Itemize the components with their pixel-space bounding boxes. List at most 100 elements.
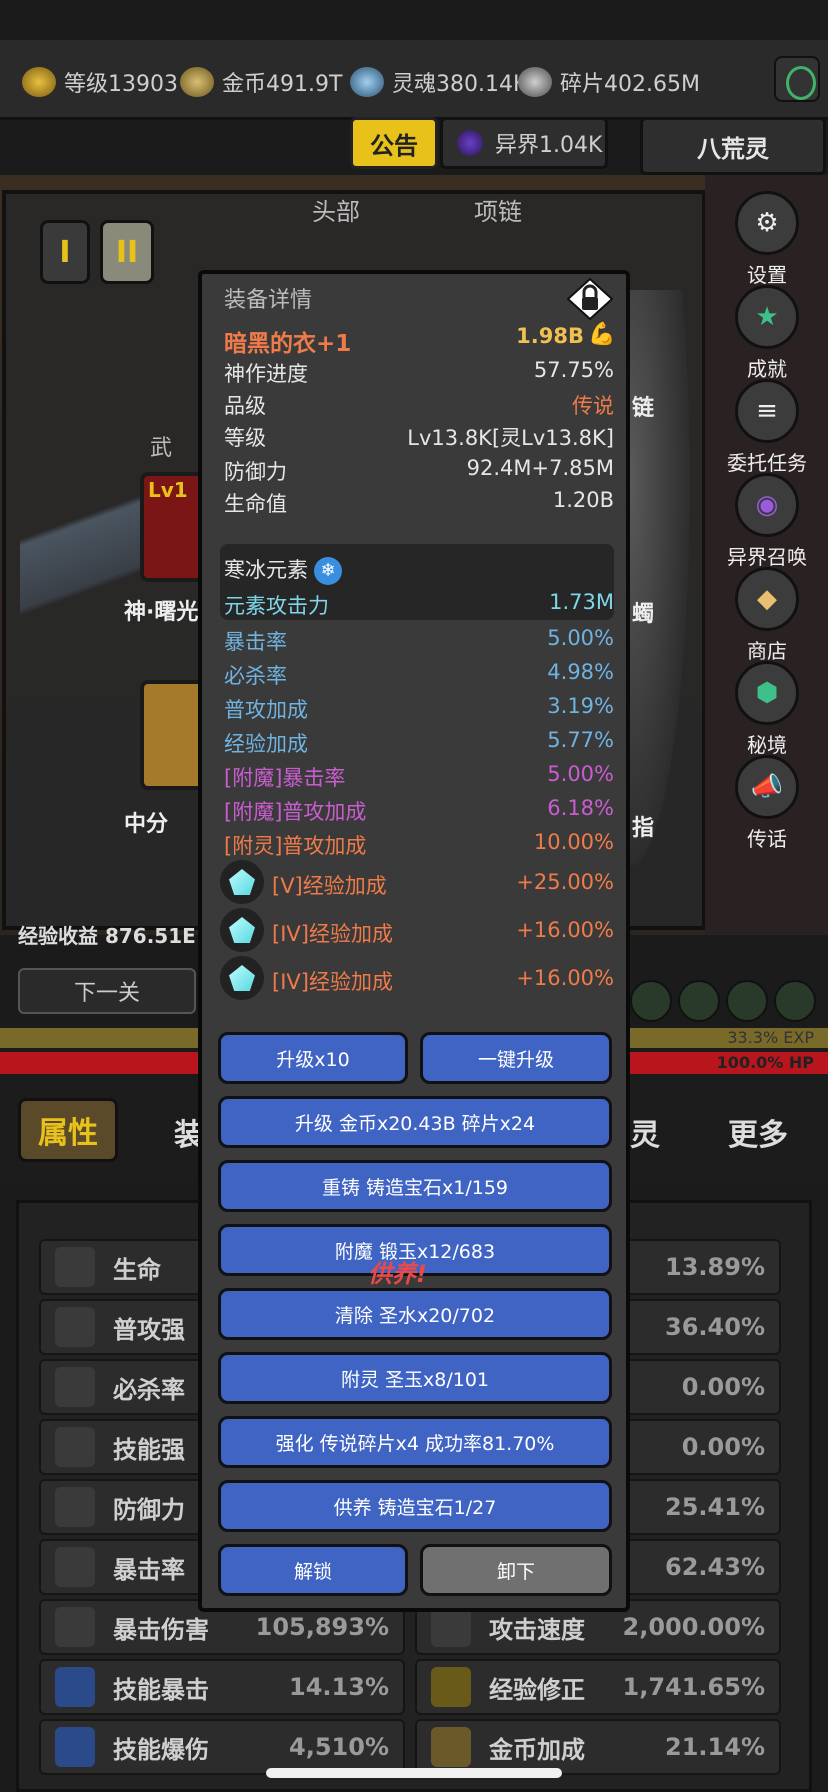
right-label-2: 蠋 — [632, 602, 655, 627]
claw-icon — [55, 1307, 95, 1347]
upgrade-x10-button[interactable]: 升级x10 — [218, 1032, 408, 1084]
attr-skill-burst: 技能爆伤 4,510% — [39, 1719, 405, 1775]
lightning-icon — [55, 1427, 95, 1467]
crown-icon — [22, 67, 56, 97]
snowflake-icon: ❄ — [314, 557, 342, 585]
tab-page-2[interactable]: II — [100, 220, 154, 284]
next-stage-button[interactable]: 下一关 — [18, 968, 196, 1014]
side-shop[interactable]: ◆ 商店 — [717, 567, 817, 664]
weapon-label: 武 — [150, 436, 173, 461]
home-indicator[interactable] — [266, 1768, 562, 1778]
skill-icon[interactable] — [726, 980, 768, 1022]
reforge-button[interactable]: 重铸 铸造宝石x1/159 — [218, 1160, 612, 1212]
portal-icon: ◉ — [735, 473, 799, 537]
tab-spirit[interactable]: 灵 — [630, 1110, 660, 1154]
spirit-button[interactable]: 附灵 圣玉x8/101 — [218, 1352, 612, 1404]
bonus-row: 必杀率 4.98% — [224, 660, 614, 688]
coin-icon — [431, 1727, 471, 1767]
star-icon: ★ — [735, 285, 799, 349]
stat-row: 生命值 1.20B — [224, 488, 614, 516]
item-name: 暗黑的衣+1 — [224, 331, 352, 357]
enchant-row: [附魔]普攻加成 6.18% — [224, 796, 614, 824]
otherworld-resource: 异界1.04K — [440, 117, 608, 169]
resource-bar: 等级13903 金币491.9T 灵魂380.14K 碎片402.65M — [0, 40, 828, 120]
upgrade-button[interactable]: 升级 金币x20.43B 碎片x24 — [218, 1096, 612, 1148]
unequip-button[interactable]: 卸下 — [420, 1544, 612, 1596]
attr-skill-crit: 技能暴击 14.13% — [39, 1659, 405, 1715]
notice-button[interactable]: 公告 — [350, 117, 438, 169]
slot-necklace-label[interactable]: 项链 — [474, 192, 522, 227]
clear-button[interactable]: 清除 圣水x20/702 — [218, 1288, 612, 1340]
one-key-upgrade-button[interactable]: 一键升级 — [420, 1032, 612, 1084]
side-settings[interactable]: ⚙ 设置 — [717, 191, 817, 288]
modal-title: 装备详情 — [224, 288, 313, 313]
gem-icon — [220, 956, 264, 1000]
skill-icon[interactable] — [774, 980, 816, 1022]
gem-row: [IV]经验加成 +16.00% — [272, 966, 614, 994]
bahuang-button[interactable]: 八荒灵 — [640, 117, 826, 175]
weapon-name: 神·曙光 — [124, 600, 199, 625]
stat-row: 品级 传说 — [224, 394, 614, 418]
hp-percent: 100.0% HP — [716, 1053, 814, 1072]
stat-row: 神作进度 57.75% — [224, 358, 614, 386]
strengthen-button[interactable]: 强化 传说碎片x4 成功率81.70% — [218, 1416, 612, 1468]
critical-icon — [55, 1367, 95, 1407]
gem-icon — [220, 860, 264, 904]
stat-row: 防御力 92.4M+7.85M — [224, 456, 614, 484]
soul-resource: 灵魂380.14K — [350, 62, 527, 102]
exp-gain-label: 经验收益 876.51E — [18, 924, 196, 948]
side-message[interactable]: 📣 传话 — [717, 755, 817, 852]
bonus-row: 经验加成 5.77% — [224, 728, 614, 756]
stat-row: 等级 Lv13.8K[灵Lv13.8K] — [224, 426, 614, 450]
side-summon[interactable]: ◉ 异界召唤 — [717, 473, 817, 570]
skill-icon[interactable] — [678, 980, 720, 1022]
spirit-row: [附灵]普攻加成 10.00% — [224, 830, 614, 858]
side-menu: ⚙ 设置 ★ 成就 ≡ 委托任务 ◉ 异界召唤 ◆ 商店 ⬢ 秘境 📣 传话 — [705, 175, 828, 935]
skill-icon[interactable] — [630, 980, 672, 1022]
side-quests[interactable]: ≡ 委托任务 — [717, 379, 817, 476]
side-secret-realm[interactable]: ⬢ 秘境 — [717, 661, 817, 758]
shard-resource: 碎片402.65M — [518, 62, 700, 102]
shield-icon — [55, 1487, 95, 1527]
muscle-icon: 💪 — [588, 322, 616, 347]
item-header: 暗黑的衣+1 1.98B — [224, 324, 614, 358]
item2-name: 中分 — [124, 812, 169, 837]
horn-icon: 📣 — [735, 755, 799, 819]
tab-more[interactable]: 更多 — [728, 1110, 788, 1154]
crit-icon — [55, 1547, 95, 1587]
gem-icon — [220, 908, 264, 952]
equipment-detail-modal: 装备详情 暗黑的衣+1 1.98B 💪 神作进度 57.75% 品级 传说 等级 Lv… — [198, 270, 630, 1612]
attr-exp-modifier: 经验修正 1,741.65% — [415, 1659, 781, 1715]
level-resource: 等级13903 — [22, 62, 178, 102]
blue-flame-icon — [55, 1727, 95, 1767]
side-achievements[interactable]: ★ 成就 — [717, 285, 817, 382]
element-attack-row: 元素攻击力 1.73M — [224, 590, 614, 618]
gold-resource: 金币491.9T — [180, 62, 342, 102]
soul-icon — [350, 67, 384, 97]
portal-icon — [457, 130, 483, 156]
speed-icon — [431, 1607, 471, 1647]
bonus-row: 普攻加成 3.19% — [224, 694, 614, 722]
gem-row: [IV]经验加成 +16.00% — [272, 918, 614, 946]
menu-icon[interactable] — [774, 56, 820, 102]
unlock-button[interactable]: 解锁 — [218, 1544, 408, 1596]
level-badge: Lv1 — [148, 478, 188, 502]
attr-gold-bonus: 金币加成 21.14% — [415, 1719, 781, 1775]
tab-attributes[interactable]: 属性 — [18, 1098, 118, 1162]
crown-icon — [431, 1667, 471, 1707]
skill-icons — [630, 980, 828, 1026]
right-label-3: 指 — [632, 816, 655, 841]
health-icon — [55, 1247, 95, 1287]
bag-icon: ◆ — [735, 567, 799, 631]
slot-head-label[interactable]: 头部 — [312, 192, 360, 227]
tab-page-1[interactable]: I — [40, 220, 90, 284]
scroll-icon: ≡ — [735, 379, 799, 443]
nurture-button[interactable]: 供养 铸造宝石1/27 — [218, 1480, 612, 1532]
blue-flame-icon — [55, 1667, 95, 1707]
coin-icon — [180, 67, 214, 97]
lock-icon[interactable] — [566, 277, 614, 321]
gem-icon: ⬢ — [735, 661, 799, 725]
right-label-1: 链 — [632, 396, 655, 421]
bonus-row: 暴击率 5.00% — [224, 626, 614, 654]
shard-icon — [518, 67, 552, 97]
